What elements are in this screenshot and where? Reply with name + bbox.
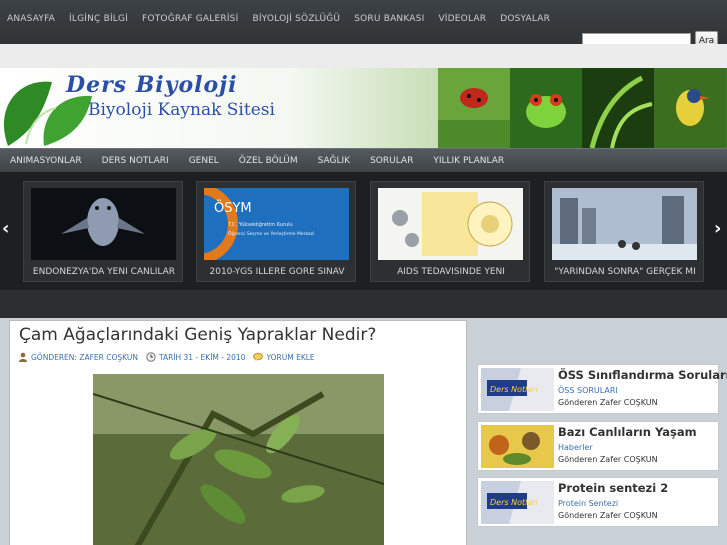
creature-image	[31, 188, 176, 260]
cat-item-ozel-bolum[interactable]: ÖZEL BÖLÜM	[229, 156, 308, 166]
sidebar-post-author: Gönderen Zafer COŞKUN	[558, 455, 658, 464]
article-meta: GÖNDEREN: ZAFER COŞKUN TARİH 31 - EKİM -…	[18, 352, 323, 362]
sidebar-post[interactable]: Ders Notları ÖSS Sınıflandırma Soruları …	[477, 364, 727, 414]
site-subtitle: Biyoloji Kaynak Sitesi	[88, 100, 275, 120]
nav-item-fotograf-galerisi[interactable]: FOTOĞRAF GALERİSİ	[135, 14, 245, 24]
meta-author[interactable]: GÖNDEREN: ZAFER COŞKUN	[18, 352, 138, 362]
ders-notlari-thumb: Ders Notları	[481, 481, 554, 524]
aids-diagram-image	[378, 188, 523, 260]
sidebar-post[interactable]: Bazı Canlıların Yaşam Haberler Gönderen …	[477, 421, 719, 471]
banner-images	[438, 68, 726, 148]
cat-item-saglik[interactable]: SAĞLIK	[308, 156, 360, 166]
osym-logo-image: ÖSYM T.C. Yükseköğretim Kurulu Öğrenci S…	[204, 188, 349, 260]
slide-caption: 2010-YGS İLLERE GÖRE SINAV	[209, 267, 345, 277]
slide-card[interactable]: ENDONEZYA'DA YENİ CANLILAR	[23, 181, 183, 282]
comment-bubble-icon	[253, 352, 264, 362]
nav-item-anasayfa[interactable]: ANASAYFA	[0, 14, 62, 24]
ders-notlari-thumb: Ders Notları	[481, 368, 554, 411]
sidebar-post-title[interactable]: Protein sentezi 2	[558, 481, 668, 495]
cat-item-sorular[interactable]: SORULAR	[360, 156, 423, 166]
nav-item-dosyalar[interactable]: DOSYALAR	[493, 14, 557, 24]
category-navigation: ANIMASYONLAR DERS NOTLARI GENEL ÖZEL BÖL…	[0, 148, 727, 172]
article-title[interactable]: Çam Ağaçlarındaki Geniş Yapraklar Nedir?	[19, 325, 376, 345]
sidebar-post-author: Gönderen Zafer COŞKUN	[558, 511, 658, 520]
slide-card[interactable]: AIDS TEDAVİSİNDE YENİ	[370, 181, 530, 282]
top-navigation: ANASAYFA İLGİNÇ BİLGİ FOTOĞRAF GALERİSİ …	[0, 0, 727, 51]
osym-subtitle-text: T.C. Yükseköğretim Kurulu	[227, 221, 293, 228]
meta-date: TARİH 31 - EKİM - 2010	[146, 352, 246, 362]
nav-item-videolar[interactable]: VİDEOLAR	[431, 14, 493, 24]
site-title: Ders Biyoloji	[66, 72, 238, 98]
sidebar-post-category[interactable]: Protein Sentezi	[558, 499, 618, 508]
slide-caption: ENDONEZYA'DA YENİ CANLILAR	[32, 267, 176, 277]
frog-image	[510, 68, 582, 148]
article-photo	[93, 374, 384, 545]
cat-item-animasyonlar[interactable]: ANIMASYONLAR	[0, 156, 92, 166]
sidebar-post-title[interactable]: Bazı Canlıların Yaşam	[558, 425, 697, 439]
sidebar-post-title[interactable]: ÖSS Sınıflandırma Soruları	[558, 368, 727, 382]
slider-footer-band	[0, 290, 727, 318]
slide-caption: "YARINDAN SONRA" GERÇEK Mİ	[554, 267, 696, 277]
plant-image	[582, 68, 654, 148]
sidebar-post-category[interactable]: ÖSS SORULARI	[558, 386, 618, 395]
site-banner[interactable]: Ders Biyoloji Biyoloji Kaynak Sitesi	[0, 68, 727, 148]
osym-logo-text: ÖSYM	[214, 199, 252, 216]
slider-prev-arrow-icon[interactable]: ‹	[2, 218, 9, 239]
snowstorm-image	[552, 188, 697, 260]
article-panel: Çam Ağaçlarındaki Geniş Yapraklar Nedir?…	[9, 320, 467, 545]
sidebar-post-author: Gönderen Zafer COŞKUN	[558, 398, 658, 407]
slider-next-arrow-icon[interactable]: ›	[714, 218, 721, 239]
header-strip	[0, 44, 727, 68]
meta-author-text: GÖNDEREN: ZAFER COŞKUN	[31, 352, 138, 362]
slide-card[interactable]: ÖSYM T.C. Yükseköğretim Kurulu Öğrenci S…	[196, 181, 356, 282]
sidebar-post[interactable]: Ders Notları Protein sentezi 2 Protein S…	[477, 477, 719, 527]
slide-card[interactable]: "YARINDAN SONRA" GERÇEK Mİ	[544, 181, 704, 282]
nav-item-ilginc-bilgi[interactable]: İLGİNÇ BİLGİ	[62, 14, 135, 24]
osym-subtitle2-text: Öğrenci Seçme ve Yerleştirme Merkezi	[228, 230, 314, 237]
cat-item-ders-notlari[interactable]: DERS NOTLARI	[92, 156, 179, 166]
cat-item-genel[interactable]: GENEL	[179, 156, 229, 166]
ladybug-image	[438, 68, 510, 148]
clock-icon	[146, 352, 156, 362]
meta-date-text: TARİH 31 - EKİM - 2010	[158, 352, 246, 362]
nav-item-soru-bankasi[interactable]: SORU BANKASI	[347, 14, 431, 24]
cat-item-yillik-planlar[interactable]: YILLIK PLANLAR	[423, 156, 514, 166]
slide-caption: AIDS TEDAVİSİNDE YENİ	[397, 267, 505, 277]
thumb-text: Ders Notları	[490, 498, 538, 507]
top-nav-items: ANASAYFA İLGİNÇ BİLGİ FOTOĞRAF GALERİSİ …	[0, 14, 557, 24]
sidebar-post-category[interactable]: Haberler	[558, 443, 593, 452]
user-icon	[19, 352, 27, 362]
nav-item-biyoloji-sozlugu[interactable]: BİYOLOJİ SÖZLÜĞÜ	[245, 14, 347, 24]
meta-comment-text: YORUM EKLE	[266, 352, 315, 362]
bird-image	[654, 68, 726, 148]
thumb-text: Ders Notları	[490, 385, 538, 394]
featured-slider: ‹ › ENDONEZYA'DA YENİ CANLILAR ÖSYM T.C.…	[0, 172, 727, 318]
organisms-collage-thumb	[481, 425, 554, 468]
meta-comment[interactable]: YORUM EKLE	[253, 352, 315, 362]
